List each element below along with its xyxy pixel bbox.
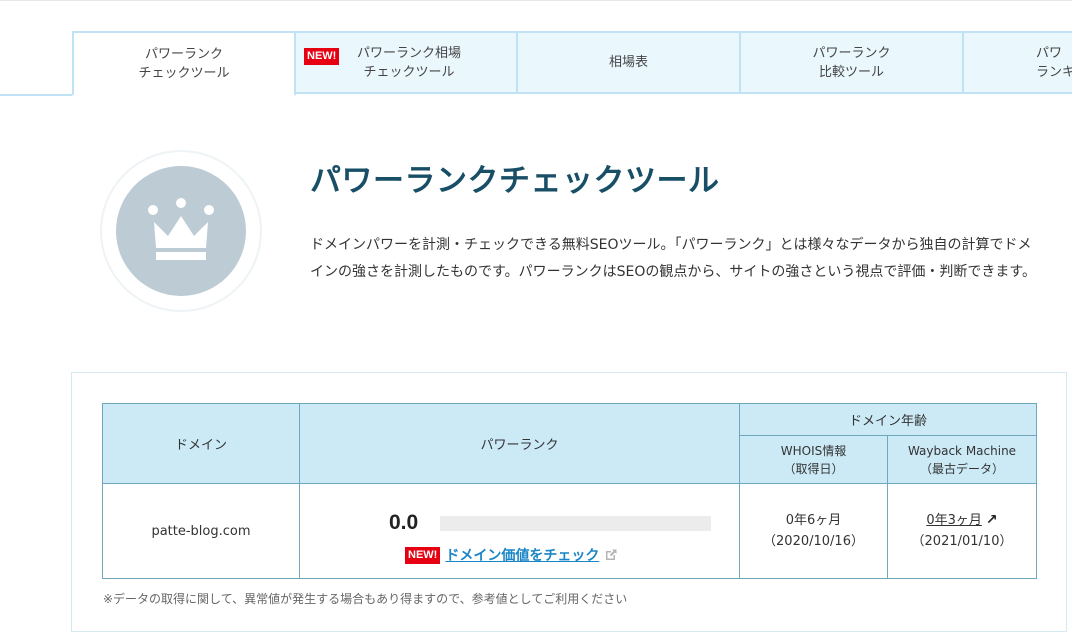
tab-label: パワ ランキ: [1036, 45, 1072, 80]
whois-date: （2020/10/16）: [763, 534, 864, 549]
power-rank-bar: [440, 516, 711, 531]
wayback-header: Wayback Machine （最古データ）: [886, 435, 1038, 484]
power-rank-value: 0.0: [389, 511, 419, 534]
tab-label: 相場表: [608, 55, 648, 70]
domain-age-header: ドメイン年齢: [738, 403, 1038, 436]
whois-header: WHOIS情報 （取得日）: [739, 435, 888, 484]
tab-power-rank-check[interactable]: パワーランク チェックツール: [72, 31, 296, 96]
whois-cell: 0年6ヶ月 （2020/10/16）: [739, 483, 888, 579]
tab-label: パワーランク相場 チェックツール: [356, 45, 461, 80]
domain-cell: patte-blog.com: [102, 483, 300, 579]
tab-power-rank-market-check[interactable]: NEW! パワーランク相場 チェックツール: [294, 31, 518, 94]
tool-description: ドメインパワーを計測・チェックできる無料SEOツール。「パワーランク」とは様々な…: [310, 237, 1036, 280]
domain-value-check: NEW! ドメイン価値をチェック: [405, 545, 618, 565]
tab-market-table[interactable]: 相場表: [516, 31, 741, 94]
wayback-cell: 0年3ヶ月 ↗ （2021/01/10）: [886, 483, 1038, 579]
arrow-up-right-icon: ↗: [985, 512, 998, 528]
new-badge: NEW!: [304, 48, 340, 65]
tab-label: パワーランク チェックツール: [138, 46, 230, 81]
page-title: パワーランクチェックツール: [310, 163, 720, 199]
tab-power-rank-ranking[interactable]: パワ ランキ: [962, 31, 1072, 94]
tool-logo: [100, 150, 262, 312]
wayback-link[interactable]: 0年3ヶ月: [926, 513, 982, 528]
new-badge: NEW!: [405, 546, 441, 564]
top-divider: [0, 0, 1072, 1]
whois-age: 0年6ヶ月: [785, 513, 842, 528]
wayback-date: （2021/01/10）: [911, 534, 1013, 549]
tabs-baseline: [0, 94, 74, 96]
domain-value-link[interactable]: ドメイン価値をチェック: [445, 545, 599, 565]
tab-power-rank-compare[interactable]: パワーランク 比較ツール: [739, 31, 964, 94]
tab-label: パワーランク 比較ツール: [812, 45, 891, 80]
external-link-icon: [606, 549, 617, 560]
power-rank-header: パワーランク: [299, 403, 740, 484]
power-rank-table: ドメイン パワーランク ドメイン年齢 WHOIS情報 （取得日） Wayback…: [102, 403, 1038, 579]
crown-icon: [148, 198, 214, 260]
disclaimer-note: ※データの取得に関して、異常値が発生する場合もあり得ますので、参考値としてご利用…: [103, 592, 628, 606]
power-rank-cell: 0.0 NEW! ドメイン価値をチェック: [299, 483, 740, 579]
domain-header: ドメイン: [102, 403, 300, 484]
table-row: patte-blog.com 0.0 NEW! ドメイン価値をチェック 0年6ヶ…: [102, 483, 1038, 579]
